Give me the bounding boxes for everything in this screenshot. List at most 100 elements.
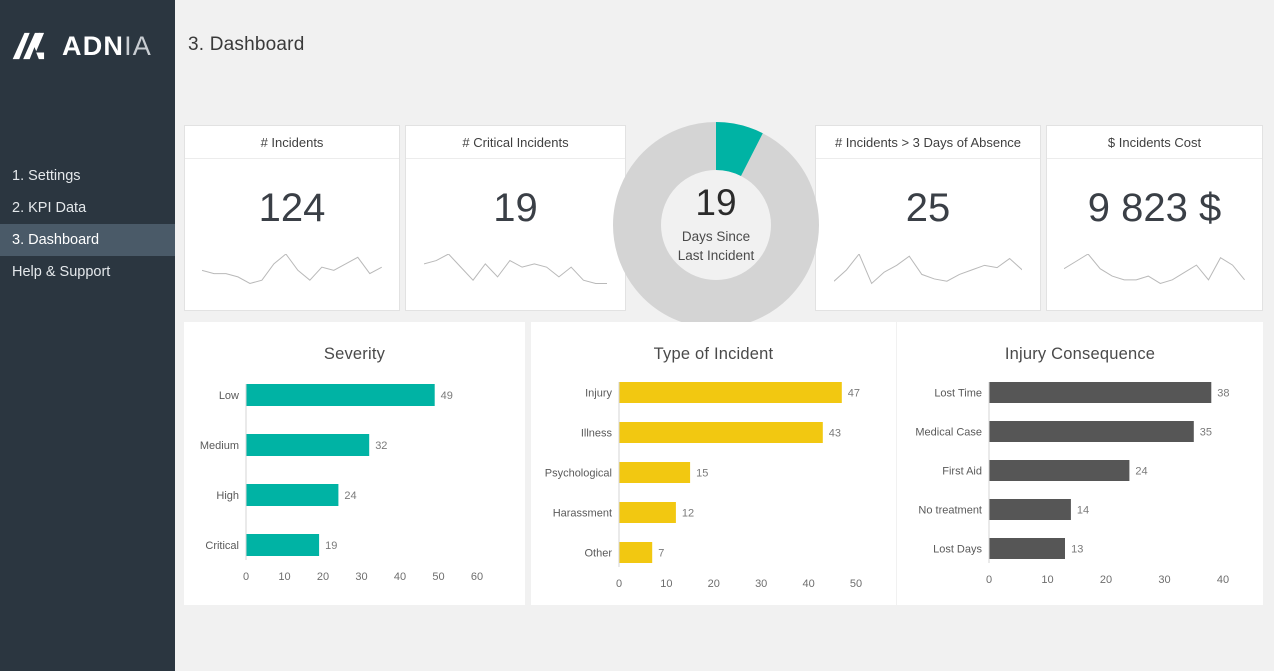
brand: ADNIA (0, 0, 175, 92)
x-axis-tick: 20 (317, 571, 329, 583)
bar (619, 422, 823, 443)
bar-category-label: High (216, 490, 239, 502)
sidebar-item-2-kpi-data[interactable]: 2. KPI Data (0, 192, 175, 224)
bar-value-label: 15 (696, 468, 708, 480)
bar-value-label: 47 (848, 388, 860, 400)
charts-row: Severity Low 49 Medium 32 High 24 Critical 19 0 10… (184, 322, 1263, 605)
bar (989, 499, 1071, 520)
sidebar: ADNIA 1. Settings2. KPI Data3. Dashboard… (0, 0, 175, 671)
donut-center-content: 19 Days Since Last Incident (613, 122, 819, 328)
days-since-last-incident-donut: 19 Days Since Last Incident (613, 122, 819, 328)
bar-value-label: 13 (1071, 544, 1083, 556)
bar (619, 462, 690, 483)
sidebar-item-help-support[interactable]: Help & Support (0, 256, 175, 288)
x-axis-tick: 20 (708, 578, 720, 590)
kpi-value: 124 (185, 186, 399, 231)
bar (989, 538, 1065, 559)
kpi-card: # Incidents > 3 Days of Absence25 (815, 125, 1041, 311)
bar-value-label: 7 (658, 548, 664, 560)
dashboard-app: ADNIA 1. Settings2. KPI Data3. Dashboard… (0, 0, 1274, 671)
bar-category-label: Injury (585, 388, 612, 400)
sidebar-item-3-dashboard[interactable]: 3. Dashboard (0, 224, 175, 256)
bar (246, 484, 338, 506)
kpi-sparkline (1064, 254, 1245, 288)
bar-value-label: 14 (1077, 505, 1089, 517)
bar (619, 382, 842, 403)
kpi-sparkline (424, 254, 608, 288)
donut-label-line1: Days Since (682, 228, 750, 247)
bar-value-label: 32 (375, 440, 387, 452)
chart-title: Injury Consequence (897, 322, 1263, 364)
chart-plot: Injury 47 Illness 43 Psychological 15 Harassme… (531, 378, 896, 597)
adnia-logo-icon (10, 29, 52, 63)
bar (246, 384, 435, 406)
kpi-card: $ Incidents Cost 9 823 $ (1046, 125, 1263, 311)
chart-card: Type of Incident Injury 47 Illness 43 Psychol… (531, 322, 896, 605)
page-title: 3. Dashboard (188, 34, 304, 56)
bar-category-label: Other (584, 548, 612, 560)
chart-title: Type of Incident (531, 322, 896, 364)
chart-plot: Low49Medium32High24Critical1901020304050… (184, 378, 525, 590)
bar (989, 382, 1211, 403)
brand-name-bold: ADN (62, 31, 124, 61)
bar-category-label: Harassment (553, 508, 612, 520)
kpi-title: # Incidents (185, 126, 399, 159)
donut-label-line2: Last Incident (678, 247, 755, 266)
x-axis-tick: 40 (394, 571, 406, 583)
bar (619, 542, 652, 563)
bar (989, 460, 1129, 481)
chart-card: Severity Low 49 Medium 32 High 24 Critical 19 0 10… (184, 322, 525, 605)
x-axis-tick: 60 (471, 571, 483, 583)
bar-value-label: 24 (344, 490, 356, 502)
bar (246, 434, 369, 456)
sidebar-item-1-settings[interactable]: 1. Settings (0, 160, 175, 192)
bar-category-label: Illness (581, 428, 613, 440)
kpi-title: # Critical Incidents (406, 126, 625, 159)
x-axis-tick: 50 (850, 578, 862, 590)
x-axis-tick: 0 (616, 578, 622, 590)
bar-value-label: 43 (829, 428, 841, 440)
bar (246, 534, 319, 556)
bar-category-label: No treatment (918, 505, 982, 517)
chart-plot: Lost Time38Medical Case35First Aid24No t… (897, 378, 1263, 593)
chart-card: Injury Consequence Lost Time 38 Medical Cas… (897, 322, 1263, 605)
sidebar-nav: 1. Settings2. KPI Data3. DashboardHelp &… (0, 160, 175, 288)
kpi-card: # Incidents 124 (184, 125, 400, 311)
x-axis-tick: 10 (660, 578, 672, 590)
bar-value-label: 49 (441, 390, 453, 402)
bar-category-label: Medical Case (915, 427, 982, 439)
bar (619, 502, 676, 523)
x-axis-tick: 10 (1041, 574, 1053, 586)
kpi-sparkline (834, 254, 1022, 288)
x-axis-tick: 30 (355, 571, 367, 583)
kpi-sparkline (202, 254, 382, 288)
bar-category-label: Medium (200, 440, 239, 452)
bar-value-label: 19 (325, 540, 337, 552)
kpi-value: 25 (816, 186, 1040, 231)
x-axis-tick: 30 (755, 578, 767, 590)
bar-value-label: 35 (1200, 427, 1212, 439)
brand-name-light: IA (124, 31, 152, 61)
bar-category-label: Lost Time (934, 388, 982, 400)
bar-value-label: 12 (682, 508, 694, 520)
bar-value-label: 38 (1217, 388, 1229, 400)
kpi-value: 9 823 $ (1047, 186, 1262, 231)
x-axis-tick: 40 (1217, 574, 1229, 586)
kpi-card: # Critical Incidents 19 (405, 125, 626, 311)
bar-category-label: First Aid (942, 466, 982, 478)
x-axis-tick: 0 (986, 574, 992, 586)
kpi-title: $ Incidents Cost (1047, 126, 1262, 159)
x-axis-tick: 10 (278, 571, 290, 583)
brand-name: ADNIA (62, 31, 152, 62)
bar-category-label: Critical (205, 540, 239, 552)
bar-category-label: Lost Days (933, 544, 982, 556)
x-axis-tick: 30 (1158, 574, 1170, 586)
bar-category-label: Low (219, 390, 239, 402)
x-axis-tick: 20 (1100, 574, 1112, 586)
x-axis-tick: 0 (243, 571, 249, 583)
chart-title: Severity (184, 322, 525, 364)
donut-value: 19 (695, 184, 736, 221)
x-axis-tick: 40 (802, 578, 814, 590)
bar-category-label: Psychological (545, 468, 612, 480)
kpi-value: 19 (406, 186, 625, 231)
